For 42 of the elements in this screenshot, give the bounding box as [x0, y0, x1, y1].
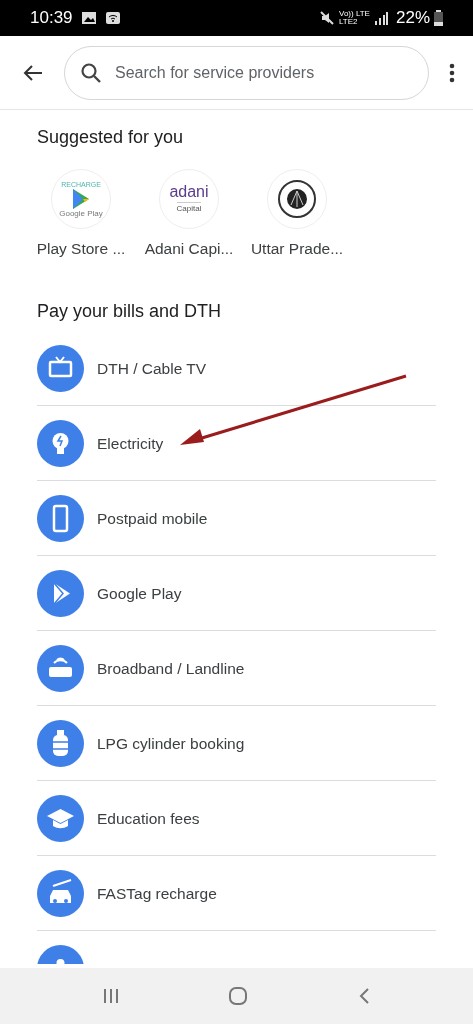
- play-icon[interactable]: [37, 569, 84, 617]
- biller-category[interactable]: Postpaid mobile: [97, 506, 208, 530]
- more-icon: [449, 62, 455, 85]
- provider-name: Play Store ...: [36, 239, 126, 259]
- provider-name: Adani Capi...: [144, 239, 234, 259]
- biller-category[interactable]: Education fees: [97, 806, 200, 830]
- image-icon: [80, 11, 97, 25]
- battery-text: 22%: [395, 7, 430, 30]
- battery-icon: [434, 10, 443, 26]
- logo-text: Google Play: [59, 209, 103, 218]
- mute-icon: [319, 10, 335, 26]
- biller-category[interactable]: FASTag recharge: [97, 881, 217, 905]
- bulb-icon[interactable]: [37, 419, 84, 467]
- network-text: LTE2: [339, 18, 359, 26]
- network-text: Vo)) LTE: [339, 10, 370, 18]
- logo-text: Capital: [176, 201, 202, 215]
- graduation-cap-icon[interactable]: [37, 794, 84, 842]
- car-icon[interactable]: [37, 869, 84, 917]
- section-title: Suggested for you: [36, 126, 185, 149]
- biller-category[interactable]: Electricity: [97, 431, 164, 455]
- cylinder-icon[interactable]: [37, 719, 84, 767]
- provider-name: Uttar Prade...: [250, 239, 344, 259]
- emblem-icon: [278, 180, 316, 218]
- search-field[interactable]: Search for service providers: [64, 45, 429, 100]
- home-icon[interactable]: [228, 986, 249, 1006]
- search-icon: [80, 61, 102, 84]
- suggested-provider[interactable]: Uttar Prade...: [251, 169, 343, 261]
- suggested-provider[interactable]: adani Capital Adani Capi...: [143, 169, 235, 261]
- router-icon[interactable]: [37, 644, 84, 692]
- clock-text: 10:39: [30, 7, 73, 30]
- tv-icon[interactable]: [37, 344, 84, 392]
- section-title: Pay your bills and DTH: [36, 300, 223, 324]
- signal-icon: [373, 11, 388, 25]
- wifi-icon: [104, 11, 121, 25]
- phone-icon[interactable]: [37, 494, 84, 542]
- biller-category[interactable]: Broadband / Landline: [97, 656, 245, 680]
- biller-category[interactable]: Google Play: [97, 581, 182, 605]
- logo-text: adani: [169, 183, 209, 200]
- recent-apps-icon[interactable]: [102, 987, 121, 1005]
- biller-category[interactable]: DTH / Cable TV: [97, 356, 207, 380]
- biller-category[interactable]: LPG cylinder booking: [97, 731, 245, 755]
- play-logo-icon: [71, 187, 91, 210]
